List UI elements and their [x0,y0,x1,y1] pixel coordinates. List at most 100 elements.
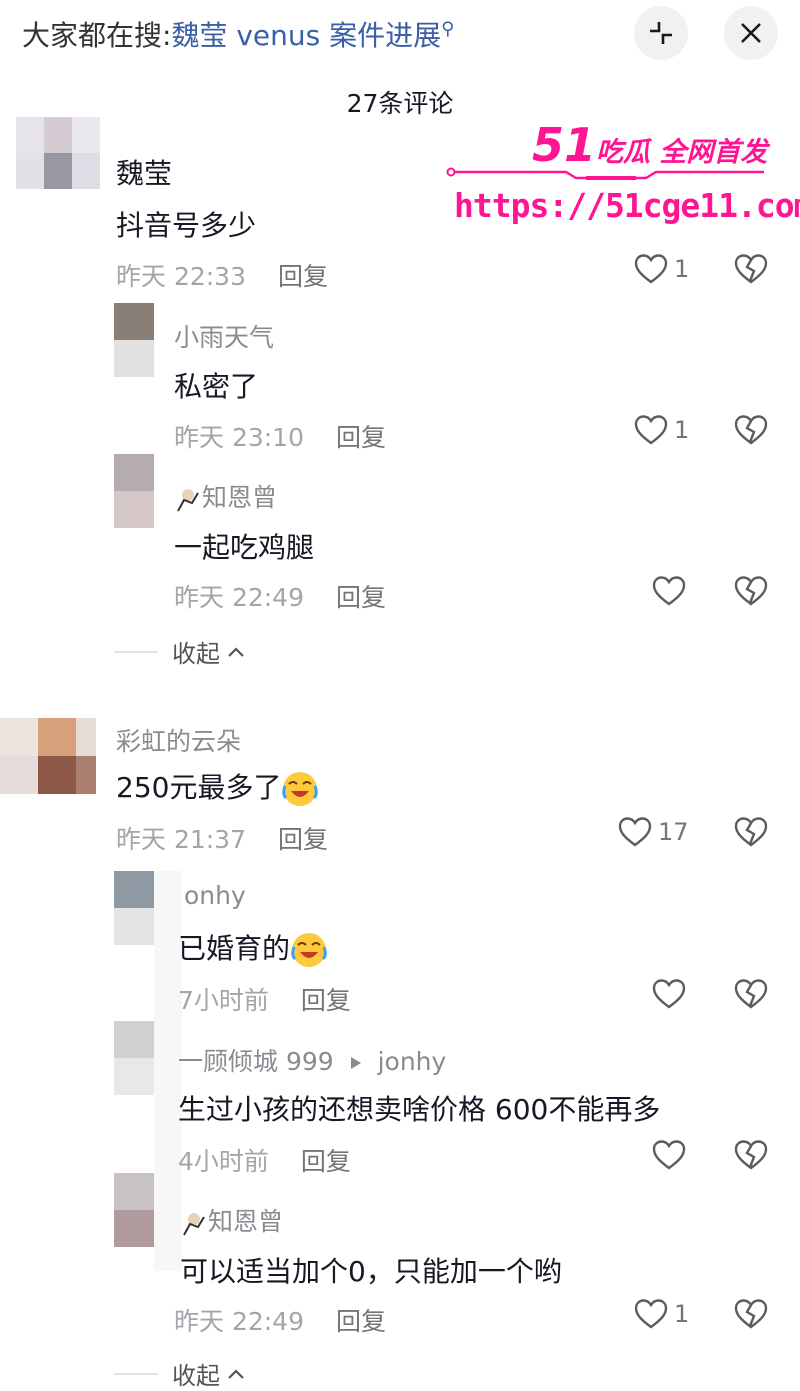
minimize-icon [650,22,672,44]
dislike-button[interactable] [734,576,768,610]
search-suggestion[interactable]: 大家都在搜:魏莹 venus 案件进展⚲ [22,14,454,54]
like-button[interactable]: 17 [618,817,689,847]
watermark-circuit-line [446,167,764,180]
broken-heart-icon [734,1299,768,1329]
comment-text: 已婚育的 [178,932,291,965]
reply-button[interactable]: 回复 [278,825,328,854]
reply-to-arrow-icon [350,1057,361,1069]
collapse-replies-button[interactable]: 收起 [114,1356,246,1391]
like-button[interactable]: 1 [634,415,689,445]
like-button[interactable] [652,1140,686,1170]
comment-username-row[interactable]: 知恩曾 [180,1202,283,1238]
broken-heart-icon [734,576,768,606]
chevron-up-icon [228,1368,244,1379]
like-count: 1 [674,255,690,283]
comment-username-row[interactable]: 知恩曾 [174,478,277,514]
dislike-button[interactable] [734,817,768,851]
close-button[interactable] [724,6,778,60]
close-icon [741,23,761,43]
broken-heart-icon [734,415,768,445]
comment-time: 4小时前 [178,1147,269,1176]
search-suggestion-keyword[interactable]: 魏莹 venus 案件进展 [171,19,441,52]
like-button[interactable] [652,576,686,606]
comment-username-row[interactable]: 一顾倾城 999 jonhy [178,1042,446,1078]
collapse-panel-button[interactable] [634,6,688,60]
like-count: 1 [674,416,690,444]
comment-username[interactable]: onhy [184,881,246,910]
reply-button[interactable]: 回复 [278,262,328,291]
like-button[interactable]: 1 [634,254,689,284]
comment-text: 生过小孩的还想卖啥价格 600不能再多 [178,1093,661,1126]
like-button[interactable]: 1 [634,1299,689,1329]
comment-meta: 7小时前 回复 [178,981,351,1017]
divider [114,650,158,653]
chevron-up-icon [228,646,244,657]
search-icon: ⚲ [441,18,455,40]
watermark-url: https://51cge11.com [454,186,800,225]
comment-username: 一顾倾城 999 [178,1047,334,1076]
comment-username: 知恩曾 [208,1207,284,1236]
avatar[interactable] [114,303,154,377]
avatar[interactable] [114,871,154,945]
avatar[interactable] [16,117,100,189]
divider [114,1372,158,1375]
broken-heart-icon [734,817,768,847]
comment-text-row: 已婚育的 [178,927,328,969]
dislike-button[interactable] [734,1299,768,1333]
heart-icon [652,979,686,1009]
comment-text: 私密了 [174,370,259,403]
comment-meta: 昨天 22:49 回复 [174,578,386,614]
dislike-button[interactable] [734,254,768,288]
avatar[interactable] [114,1173,154,1247]
comment-text: 一起吃鸡腿 [174,531,315,564]
heart-icon [652,576,686,606]
reply-button[interactable]: 回复 [301,986,351,1015]
comment-username[interactable]: 彩虹的云朵 [116,722,241,758]
comment-count-title: 27条评论 [346,89,454,118]
watermark-brand-text: 吃瓜 全网首发 [596,137,768,168]
broken-heart-icon [734,1140,768,1170]
reply-button[interactable]: 回复 [336,1307,386,1336]
avatar[interactable] [114,454,154,528]
user-badge-icon [177,489,199,512]
dislike-button[interactable] [734,415,768,449]
crying-laughing-emoji-icon [291,933,327,967]
comment-text: 抖音号多少 [116,209,257,242]
dislike-button[interactable] [734,1140,768,1174]
reply-button[interactable]: 回复 [336,423,386,452]
crying-laughing-emoji-icon [282,772,319,806]
watermark-brand-number: 51 [532,118,597,172]
comment-time: 昨天 22:49 [174,1307,304,1336]
reply-button[interactable]: 回复 [336,583,386,612]
broken-heart-icon [734,979,768,1009]
broken-heart-icon [734,254,768,284]
comment-meta: 昨天 21:37 回复 [116,820,328,856]
reply-button[interactable]: 回复 [301,1147,351,1176]
comment-meta: 昨天 22:49 回复 [174,1302,386,1338]
collapse-replies-button[interactable]: 收起 [114,634,246,669]
avatar[interactable] [0,718,96,794]
search-suggestion-prefix: 大家都在搜: [22,19,172,52]
comment-time: 昨天 23:10 [174,423,304,452]
comment-time: 昨天 22:49 [174,583,304,612]
comment-time: 昨天 21:37 [116,825,246,854]
comment-username[interactable]: 魏莹 [116,152,172,192]
dislike-button[interactable] [734,979,768,1013]
heart-icon [618,817,652,847]
watermark-brand: 51吃瓜 全网首发 [532,118,767,172]
comment-username[interactable]: 小雨天气 [174,318,274,354]
collapse-label: 收起 [172,1362,220,1390]
avatar[interactable] [114,1021,154,1095]
comment-meta: 4小时前 回复 [178,1142,351,1178]
comment-time: 7小时前 [178,986,269,1015]
comment-text-row: 250元最多了 [116,766,319,808]
like-button[interactable] [652,979,686,1009]
heart-icon [634,254,668,284]
comment-meta: 昨天 22:33 回复 [116,257,328,293]
comment-username: 知恩曾 [202,483,278,512]
comment-text: 250元最多了 [116,771,282,804]
reply-to-username: jonhy [377,1047,447,1076]
comment-meta: 昨天 23:10 回复 [174,418,386,454]
like-count: 17 [658,818,689,846]
heart-icon [634,1299,668,1329]
